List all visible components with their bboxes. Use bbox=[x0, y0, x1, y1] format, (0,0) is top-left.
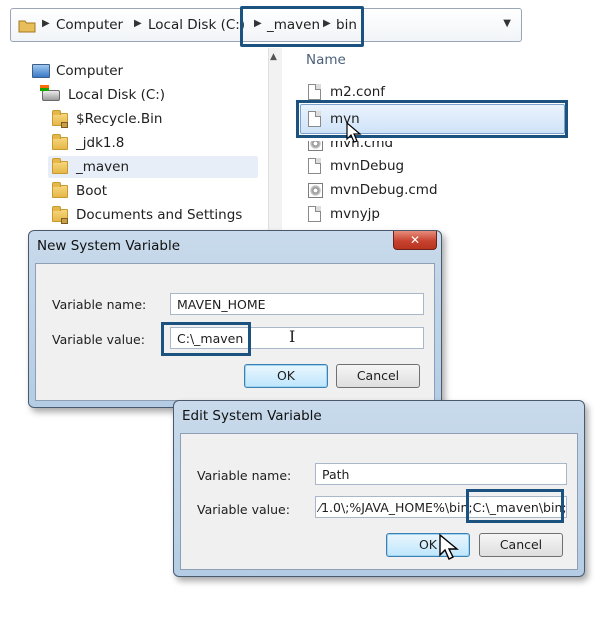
navigation-pane: Computer Local Disk (C:) $Recycle.Bin _j… bbox=[0, 48, 270, 238]
close-icon: ✕ bbox=[409, 233, 421, 247]
folder-icon bbox=[52, 157, 68, 174]
nav-scrollbar[interactable]: ▲ bbox=[268, 48, 282, 238]
drive-icon bbox=[40, 84, 60, 101]
folder-icon bbox=[52, 181, 68, 198]
variable-value-label: Variable value: bbox=[197, 502, 290, 517]
file-item-mvndebug-cmd[interactable]: mvnDebug.cmd bbox=[308, 180, 438, 200]
cancel-button[interactable]: Cancel bbox=[479, 533, 563, 557]
folder-icon bbox=[52, 133, 68, 150]
tree-item-label: $Recycle.Bin bbox=[76, 111, 163, 127]
breadcrumb-computer[interactable]: Computer bbox=[56, 17, 123, 33]
tree-item-label: Computer bbox=[56, 63, 124, 79]
chevron-down-icon[interactable]: ▼ bbox=[503, 18, 511, 29]
tree-item-boot[interactable]: Boot bbox=[52, 180, 107, 202]
tree-item-label: Boot bbox=[76, 183, 108, 199]
variable-name-input[interactable]: MAVEN_HOME bbox=[170, 293, 424, 315]
tree-item-local-disk[interactable]: Local Disk (C:) bbox=[40, 84, 166, 106]
path-highlight-box bbox=[240, 6, 364, 47]
edit-system-variable-dialog: Edit System Variable Variable name: Path… bbox=[173, 400, 585, 577]
text-cursor-icon: I bbox=[289, 327, 296, 346]
breadcrumb-local-disk[interactable]: Local Disk (C:) bbox=[148, 17, 245, 33]
file-name: m2.conf bbox=[330, 84, 386, 100]
breadcrumb-arrow-icon[interactable]: ▶ bbox=[134, 18, 142, 29]
document-icon bbox=[308, 158, 321, 174]
document-icon bbox=[308, 84, 321, 100]
tree-item-maven[interactable]: _maven bbox=[48, 156, 258, 178]
close-button[interactable]: ✕ bbox=[393, 231, 437, 250]
file-item-mvndebug[interactable]: mvnDebug bbox=[308, 156, 404, 176]
tree-item-label: _jdk1.8 bbox=[76, 135, 125, 151]
tree-item-label: _maven bbox=[76, 159, 130, 175]
new-system-variable-dialog: New System Variable ✕ Variable name: MAV… bbox=[28, 230, 442, 408]
tree-item-computer[interactable]: Computer bbox=[32, 60, 123, 82]
variable-value-text: ⁄1.0\;%JAVA_HOME%\bin; bbox=[319, 500, 473, 515]
path-value-highlight-box bbox=[466, 489, 564, 523]
document-icon bbox=[308, 206, 321, 222]
value-highlight-box bbox=[161, 322, 251, 356]
variable-value-label: Variable value: bbox=[52, 332, 145, 347]
tree-item-label: Documents and Settings bbox=[76, 207, 243, 223]
dialog-title: Edit System Variable bbox=[182, 408, 322, 424]
mouse-pointer-icon bbox=[439, 533, 459, 560]
cancel-button[interactable]: Cancel bbox=[336, 364, 420, 388]
file-item-mvnyjp[interactable]: mvnyjp bbox=[308, 204, 380, 224]
breadcrumb-arrow-icon[interactable]: ▶ bbox=[42, 18, 50, 29]
tree-item-label: Local Disk (C:) bbox=[68, 87, 166, 103]
variable-name-input[interactable]: Path bbox=[315, 463, 567, 485]
tree-item-jdk[interactable]: _jdk1.8 bbox=[52, 132, 124, 154]
locked-folder-icon bbox=[52, 109, 68, 128]
folder-icon bbox=[18, 18, 36, 33]
ok-button[interactable]: OK bbox=[244, 364, 328, 388]
mvn-highlight-box bbox=[296, 100, 568, 138]
locked-folder-icon bbox=[52, 205, 68, 224]
computer-icon bbox=[32, 64, 50, 78]
variable-name-label: Variable name: bbox=[197, 468, 292, 483]
command-file-icon bbox=[308, 182, 323, 198]
column-header-name[interactable]: Name bbox=[306, 52, 346, 68]
file-name: mvnDebug bbox=[330, 158, 405, 174]
tree-item-recycle-bin[interactable]: $Recycle.Bin bbox=[52, 108, 162, 130]
file-item-m2-conf[interactable]: m2.conf bbox=[308, 82, 385, 102]
variable-name-label: Variable name: bbox=[52, 297, 147, 312]
scroll-up-icon[interactable]: ▲ bbox=[270, 52, 277, 62]
mouse-pointer-icon bbox=[346, 122, 362, 143]
tree-item-documents-and-settings[interactable]: Documents and Settings bbox=[52, 204, 242, 226]
file-name: mvnyjp bbox=[330, 206, 381, 222]
file-name: mvnDebug.cmd bbox=[330, 182, 438, 198]
dialog-title: New System Variable bbox=[37, 238, 181, 254]
